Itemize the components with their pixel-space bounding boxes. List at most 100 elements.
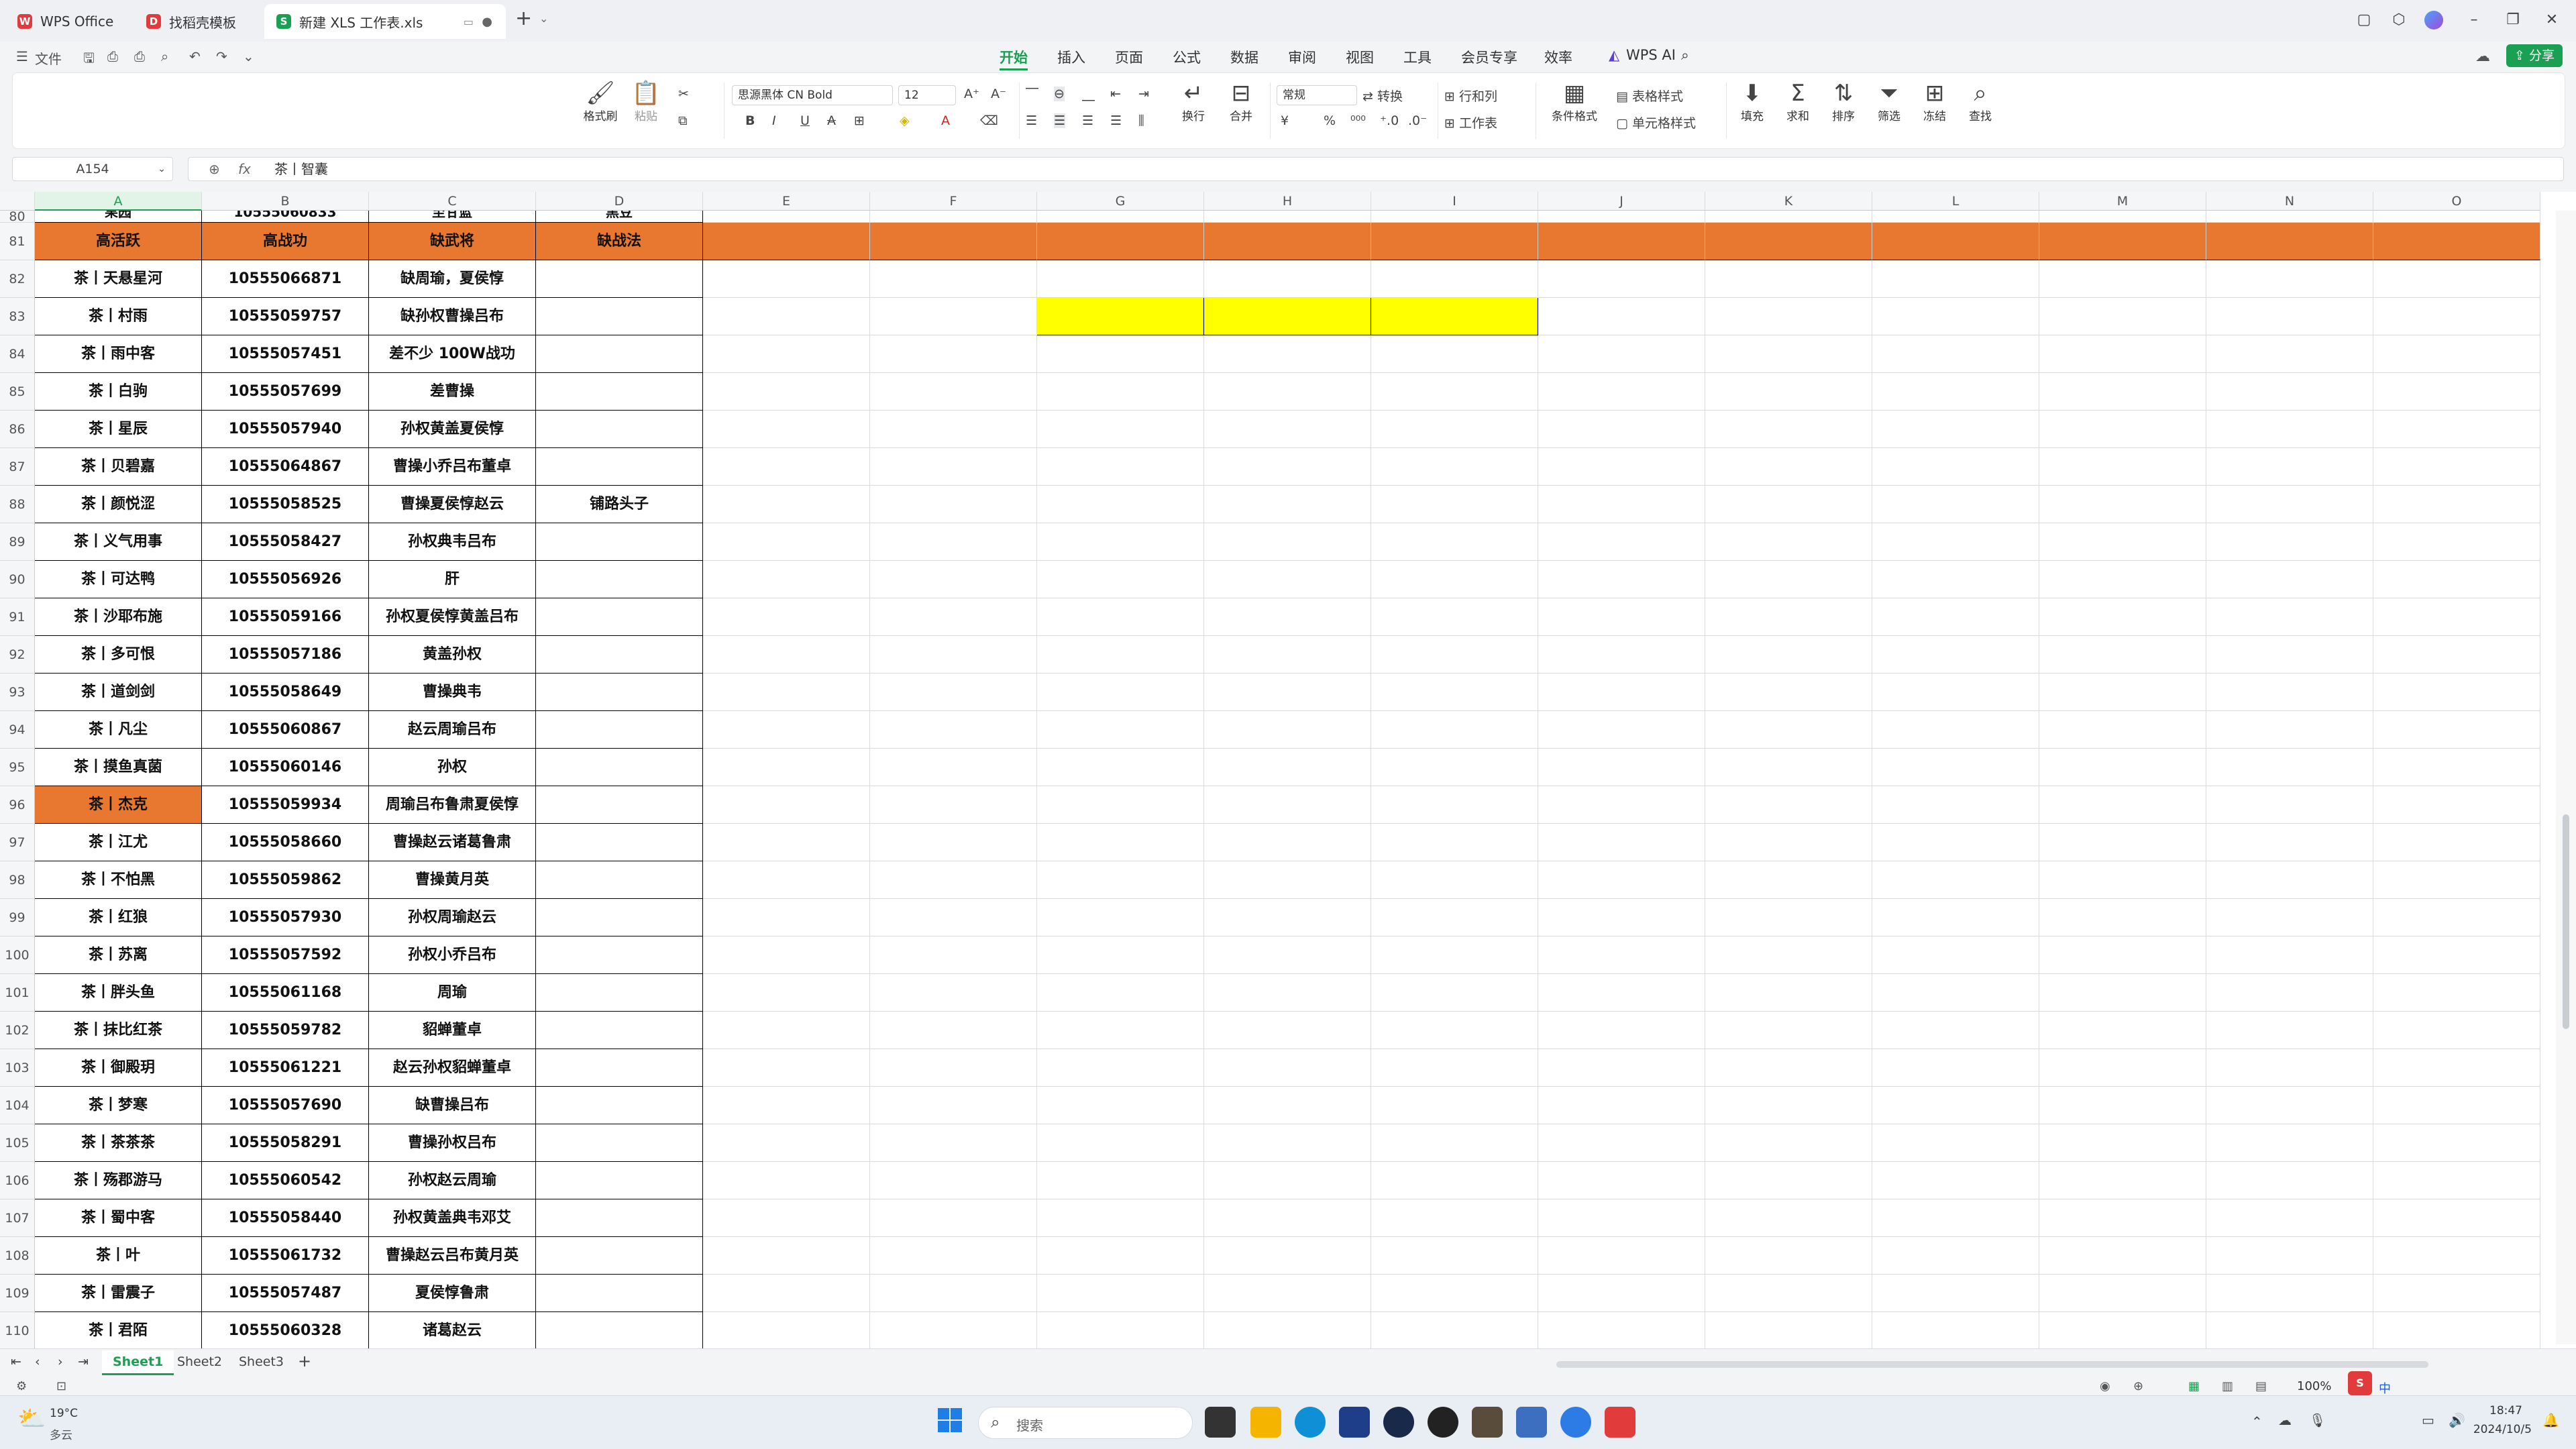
empty-cell[interactable] <box>1705 1312 1872 1348</box>
missing-general-cell[interactable]: 缺孙权曹操吕布 <box>369 298 536 335</box>
empty-cell[interactable] <box>1872 1312 2039 1348</box>
empty-cell[interactable] <box>703 674 870 711</box>
empty-cell[interactable] <box>1872 861 2039 899</box>
header-fill-cell[interactable] <box>1371 223 1538 260</box>
empty-cell[interactable] <box>1872 448 2039 486</box>
empty-cell[interactable] <box>2206 674 2373 711</box>
empty-cell[interactable] <box>1705 1237 1872 1275</box>
sort-button[interactable]: ⇅ 排序 <box>1823 80 1864 123</box>
row-header[interactable]: 100 <box>0 936 35 974</box>
strikethrough-icon[interactable]: A <box>827 113 836 128</box>
row-header[interactable]: 81 <box>0 223 35 260</box>
empty-cell[interactable] <box>1371 936 1538 974</box>
game-icon[interactable] <box>1472 1407 1503 1438</box>
empty-cell[interactable] <box>2206 1087 2373 1124</box>
empty-cell[interactable] <box>870 523 1037 561</box>
indent-increase-icon[interactable]: ⇥ <box>1138 87 1149 101</box>
empty-cell[interactable] <box>1371 211 1538 223</box>
empty-cell[interactable] <box>703 598 870 636</box>
empty-cell[interactable] <box>1371 749 1538 786</box>
empty-cell[interactable] <box>703 1237 870 1275</box>
empty-cell[interactable] <box>2039 211 2206 223</box>
empty-cell[interactable] <box>2039 1275 2206 1312</box>
cell-style-button[interactable]: ▢ 单元格样式 <box>1616 113 1696 131</box>
id-cell[interactable]: 10555059782 <box>202 1012 369 1049</box>
find-button[interactable]: ⌕ 查找 <box>1960 80 2001 123</box>
edge-icon[interactable] <box>1295 1407 1326 1438</box>
tab-current-file[interactable]: S 新建 XLS 工作表.xls ▭ ● <box>264 4 506 39</box>
missing-general-cell[interactable]: 曹操孙权吕布 <box>369 1124 536 1162</box>
empty-cell[interactable] <box>2373 824 2540 861</box>
empty-cell[interactable] <box>2373 448 2540 486</box>
id-cell[interactable]: 10555057930 <box>202 899 369 936</box>
missing-general-cell[interactable]: 孙权 <box>369 749 536 786</box>
network-icon[interactable]: ▭ <box>2422 1412 2434 1428</box>
empty-cell[interactable] <box>1204 486 1371 523</box>
freeze-button[interactable]: ⊞ 冻结 <box>1914 80 1955 123</box>
name-cell[interactable]: 茶丨天悬星河 <box>35 260 202 298</box>
empty-cell[interactable] <box>1872 598 2039 636</box>
empty-cell[interactable] <box>2373 936 2540 974</box>
empty-cell[interactable] <box>2206 373 2373 411</box>
empty-cell[interactable] <box>1037 260 1204 298</box>
row-header[interactable]: 106 <box>0 1162 35 1199</box>
row-col-button[interactable]: ⊞ 行和列 <box>1444 87 1497 105</box>
missing-tactic-cell[interactable] <box>536 448 703 486</box>
empty-cell[interactable] <box>703 561 870 598</box>
empty-cell[interactable] <box>1371 974 1538 1012</box>
empty-cell[interactable] <box>2206 486 2373 523</box>
empty-cell[interactable] <box>1705 373 1872 411</box>
missing-general-cell[interactable]: 曹操小乔吕布董卓 <box>369 448 536 486</box>
empty-cell[interactable] <box>870 448 1037 486</box>
empty-cell[interactable] <box>2206 636 2373 674</box>
cond-format-button[interactable]: ▦ 条件格式 <box>1541 80 1608 123</box>
missing-tactic-cell[interactable] <box>536 786 703 824</box>
empty-cell[interactable] <box>1204 1049 1371 1087</box>
empty-cell[interactable] <box>1872 1199 2039 1237</box>
empty-cell[interactable] <box>2206 260 2373 298</box>
justify-icon[interactable]: ☰ <box>1110 113 1122 128</box>
empty-cell[interactable] <box>2206 861 2373 899</box>
empty-cell[interactable] <box>2039 486 2206 523</box>
file-explorer-icon[interactable] <box>1250 1407 1281 1438</box>
empty-cell[interactable] <box>703 974 870 1012</box>
empty-cell[interactable] <box>1872 1087 2039 1124</box>
missing-general-cell[interactable]: 黄盖孙权 <box>369 636 536 674</box>
empty-cell[interactable] <box>2373 373 2540 411</box>
empty-cell[interactable] <box>1037 1087 1204 1124</box>
missing-general-cell[interactable]: 曹操黄月英 <box>369 861 536 899</box>
name-cell[interactable]: 茶丨道剑剑 <box>35 674 202 711</box>
id-cell[interactable]: 10555057592 <box>202 936 369 974</box>
empty-cell[interactable] <box>1705 824 1872 861</box>
column-header-j[interactable]: J <box>1538 192 1705 211</box>
partial-row-cell[interactable]: 10555060833 <box>202 211 369 223</box>
empty-cell[interactable] <box>2373 1199 2540 1237</box>
empty-cell[interactable] <box>1705 411 1872 448</box>
empty-cell[interactable] <box>1371 899 1538 936</box>
empty-cell[interactable] <box>2039 561 2206 598</box>
id-cell[interactable]: 10555057940 <box>202 411 369 448</box>
worksheet-button[interactable]: ⊞ 工作表 <box>1444 113 1497 131</box>
empty-cell[interactable] <box>1872 411 2039 448</box>
empty-cell[interactable] <box>1705 786 1872 824</box>
column-header-g[interactable]: G <box>1037 192 1204 211</box>
empty-cell[interactable] <box>1037 411 1204 448</box>
share-button[interactable]: ⇪ 分享 <box>2506 44 2563 67</box>
fill-button[interactable]: ⬇ 填充 <box>1731 80 1773 123</box>
empty-cell[interactable] <box>1204 636 1371 674</box>
empty-cell[interactable] <box>2039 1312 2206 1348</box>
empty-cell[interactable] <box>2039 298 2206 335</box>
row-header[interactable]: 93 <box>0 674 35 711</box>
header-cell[interactable]: 高活跃 <box>35 223 202 260</box>
italic-icon[interactable]: I <box>772 113 776 128</box>
empty-cell[interactable] <box>1371 260 1538 298</box>
name-cell[interactable]: 茶丨抹比红茶 <box>35 1012 202 1049</box>
empty-cell[interactable] <box>1371 711 1538 749</box>
empty-cell[interactable] <box>1705 1199 1872 1237</box>
empty-cell[interactable] <box>1204 1012 1371 1049</box>
empty-cell[interactable] <box>870 1312 1037 1348</box>
partial-row-cell[interactable]: 果园 <box>35 211 202 223</box>
id-cell[interactable]: 10555059862 <box>202 861 369 899</box>
fx-icon[interactable]: fx <box>238 158 251 180</box>
empty-cell[interactable] <box>1204 373 1371 411</box>
